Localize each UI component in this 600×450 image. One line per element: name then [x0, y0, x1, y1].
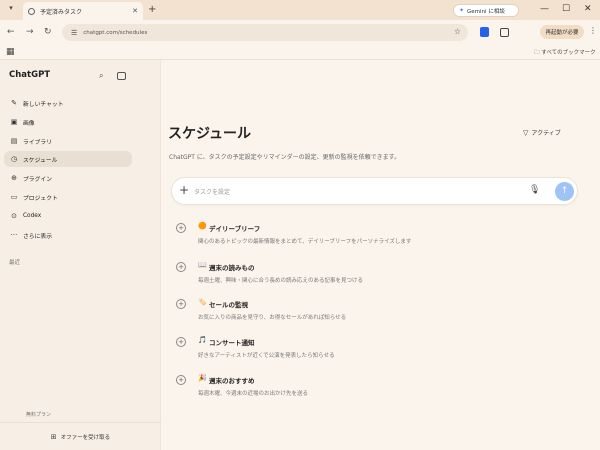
suggestion-description: 毎週木曜、今週末の近場のお出かけ先を送る [198, 391, 309, 397]
sidebar-item-label: プロジェクト [23, 195, 58, 202]
suggestion-emoji: 🟠 [198, 222, 207, 230]
add-circle-icon[interactable]: + [176, 337, 186, 347]
sidebar-item-label: スケジュール [23, 157, 58, 164]
sidebar-item-new-chat[interactable]: ✎ 新しいチャット [4, 95, 132, 111]
gemini-button[interactable]: ✦ Gemini に相談 [453, 4, 519, 17]
search-icon[interactable]: ⌕ [99, 71, 103, 81]
add-circle-icon[interactable]: + [176, 299, 186, 309]
sidebar-item-label: Codex [23, 213, 42, 219]
sidebar-item-library[interactable]: ▤ ライブラリ [4, 133, 132, 149]
gemini-label: Gemini に相談 [467, 8, 505, 15]
tab-search-icon[interactable]: ▾ [6, 4, 16, 14]
page-title: スケジュール [168, 126, 252, 142]
claim-offer-label: オファーを受け取る [60, 434, 111, 441]
suggestion-description: 関心のあるトピックの最新情報をまとめて、デイリーブリーフをパーソナライズします [198, 239, 412, 245]
sidebar-item-projects[interactable]: ▭ プロジェクト [4, 189, 132, 205]
chatgpt-favicon-icon [28, 7, 35, 15]
back-icon[interactable]: ← [7, 27, 15, 37]
suggestion-emoji: 🏷️ [198, 298, 207, 306]
address-bar[interactable]: ☰ chatgpt.com/schedules ☆ [62, 24, 468, 41]
recent-heading: 最近 [9, 260, 21, 266]
close-window-icon[interactable]: ✕ [584, 4, 592, 14]
url-text: chatgpt.com/schedules [83, 29, 148, 36]
suggestion-item[interactable]: + 🎵 コンサート通知 好きなアーティストが近くで公演を発表したら知らせる [176, 336, 576, 367]
suggestion-item[interactable]: + 📖 週末の読みもの 毎週土曜、興味・関心に合う長めの読み応えのある記事を見つ… [176, 261, 576, 292]
apps-grid-icon[interactable]: ▦ [6, 47, 15, 57]
all-bookmarks-link[interactable]: 🗀 すべてのブックマーク [534, 48, 596, 58]
sidebar-item-more[interactable]: ··· さらに表示 [4, 227, 132, 243]
add-circle-icon[interactable]: + [176, 223, 186, 233]
sidebar-item-images[interactable]: ▣ 画像 [4, 114, 132, 130]
side-panel-icon[interactable] [500, 28, 509, 37]
main-content: スケジュール ▽ アクティブ ChatGPT に、タスクの予定設定やリマインダー… [161, 60, 600, 450]
claim-offer-button[interactable]: ⊞ オファーを受け取る [0, 422, 161, 450]
filter-label: アクティブ [531, 130, 561, 137]
library-icon: ▤ [10, 137, 18, 145]
more-icon: ··· [10, 231, 18, 239]
tab-title: 予定済みタスク [40, 8, 83, 16]
suggestion-item[interactable]: + 🏷️ セールの監視 お気に入りの商品を見守り、お得なセールがあれば知らせる [176, 298, 576, 329]
sidebar-item-label: さらに表示 [23, 233, 52, 240]
browser-menu-icon[interactable]: ⋮ [589, 26, 597, 35]
add-circle-icon[interactable]: + [176, 375, 186, 385]
sidebar-item-label: プラグイン [23, 176, 52, 183]
browser-tab[interactable]: 予定済みタスク ✕ [23, 2, 143, 20]
sidebar-item-schedules[interactable]: ◷ スケジュール [4, 151, 132, 167]
suggestion-title: コンサート通知 [209, 339, 255, 347]
toolbar: ← → ↻ ☰ chatgpt.com/schedules ☆ [0, 20, 600, 45]
sidebar-item-label: ライブラリ [23, 139, 52, 146]
codex-icon: ⊙ [11, 212, 17, 220]
filter-icon: ▽ [523, 128, 529, 137]
send-button[interactable]: ↑ [555, 182, 574, 201]
new-tab-icon[interactable]: + [148, 4, 156, 15]
add-circle-icon[interactable]: + [176, 262, 186, 272]
suggestion-title: 週末のおすすめ [209, 377, 255, 385]
profile-button[interactable]: 再起動が必要 [540, 25, 584, 39]
suggestion-title: 週末の読みもの [209, 264, 255, 272]
image-icon: ▣ [10, 118, 18, 126]
gemini-sparkle-icon: ✦ [459, 7, 465, 14]
sidebar: ChatGPT ⌕ ✎ 新しいチャット ▣ 画像 ▤ ライブラリ ◷ スケジュー… [0, 60, 161, 450]
new-chat-icon: ✎ [11, 99, 17, 107]
extension-icon[interactable] [480, 27, 489, 37]
suggestion-title: セールの監視 [209, 301, 248, 309]
microphone-icon[interactable]: 🎙 [529, 185, 540, 195]
maximize-icon[interactable]: ☐ [562, 4, 570, 14]
bookmarks-bar: ▦ 🗀 すべてのブックマーク [0, 45, 600, 60]
plan-note: 無料プラン [26, 412, 52, 418]
sidebar-item-codex[interactable]: ⊙ Codex [4, 208, 132, 224]
clock-icon: ◷ [10, 155, 18, 163]
plugin-icon: ⊕ [11, 174, 17, 182]
gift-icon: ⊞ [50, 432, 57, 441]
suggestion-description: 毎週土曜、興味・関心に合う長めの読み応えのある記事を見つける [198, 278, 364, 284]
sidebar-item-plugins[interactable]: ⊕ プラグイン [4, 170, 132, 186]
reload-icon[interactable]: ↻ [44, 27, 52, 37]
sidebar-item-label: 画像 [23, 120, 35, 127]
active-filter-button[interactable]: ▽ アクティブ [523, 128, 561, 138]
site-info-icon[interactable]: ☰ [71, 29, 77, 37]
suggestion-emoji: 📖 [198, 261, 207, 269]
task-input[interactable] [194, 186, 494, 198]
suggestion-description: お気に入りの商品を見守り、お得なセールがあれば知らせる [198, 315, 347, 321]
sidebar-item-label: 新しいチャット [23, 101, 64, 108]
suggestion-item[interactable]: + 🟠 デイリーブリーフ 関心のあるトピックの最新情報をまとめて、デイリーブリー… [176, 222, 576, 253]
suggestion-emoji: 🎉 [198, 374, 207, 382]
task-composer: + 🎙 ↑ [171, 177, 578, 205]
page-description: ChatGPT に、タスクの予定設定やリマインダーの設定、更新の監視を依頼できま… [169, 154, 401, 161]
suggestion-description: 好きなアーティストが近くで公演を発表したら知らせる [198, 353, 335, 359]
all-bookmarks-label: すべてのブックマーク [541, 50, 596, 56]
brand-title[interactable]: ChatGPT [9, 70, 50, 80]
suggestion-title: デイリーブリーフ [209, 225, 261, 233]
tab-strip: ▾ 予定済みタスク ✕ + ✦ Gemini に相談 — ☐ ✕ [0, 0, 600, 20]
close-tab-icon[interactable]: ✕ [132, 7, 138, 15]
sidebar-toggle-icon[interactable] [117, 72, 126, 80]
add-attachment-icon[interactable]: + [179, 183, 189, 197]
bookmark-star-icon[interactable]: ☆ [454, 27, 461, 36]
suggestion-item[interactable]: + 🎉 週末のおすすめ 毎週木曜、今週末の近場のお出かけ先を送る [176, 374, 576, 405]
minimize-icon[interactable]: — [540, 4, 549, 14]
suggestion-emoji: 🎵 [198, 336, 207, 344]
folder-icon: ▭ [10, 193, 18, 201]
forward-icon[interactable]: → [26, 27, 34, 37]
